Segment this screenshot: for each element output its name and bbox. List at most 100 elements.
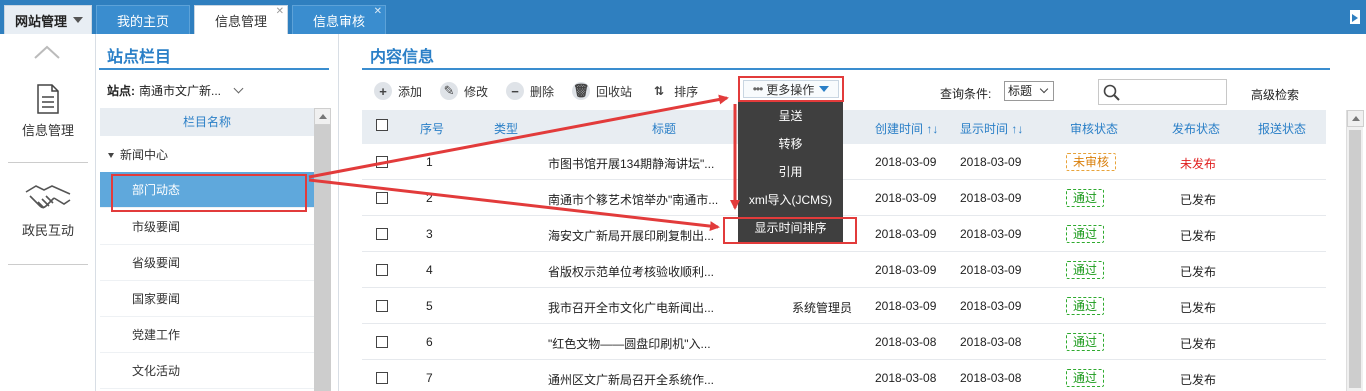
delete-button[interactable]: − 删除 [506,82,554,100]
row-shown: 2018-03-09 [960,191,1022,205]
query-field-select[interactable]: 标题 [1004,81,1054,101]
row-checkbox[interactable] [376,336,388,348]
scrollbar-thumb[interactable] [1349,130,1361,388]
tree-item-label: 党建工作 [132,328,181,342]
row-checkbox[interactable] [376,192,388,204]
col-created[interactable]: 创建时间 ↑↓ [875,120,938,137]
column-panel: 站点栏目 站点: 南通市文广新... 栏目名称 新闻中心 部门动态 市级要闻 省… [97,34,339,391]
col-review[interactable]: 审核状态 [1070,120,1118,137]
add-button[interactable]: + 添加 [374,82,422,100]
row-title[interactable]: 市图书馆开展134期静海讲坛"... [548,155,714,172]
handshake-icon [25,185,71,209]
select-all-checkbox[interactable] [376,119,388,131]
col-title[interactable]: 标题 [652,120,676,137]
station-select[interactable]: 站点: 南通市文广新... [107,82,244,99]
col-no[interactable]: 序号 [420,120,444,137]
edit-button[interactable]: ✎ 修改 [440,82,488,100]
menu-item-xml-import[interactable]: xml导入(JCMS) [738,186,843,214]
divider [362,68,1330,70]
row-publish: 已发布 [1180,337,1217,351]
row-no: 5 [426,299,433,313]
row-shown: 2018-03-09 [960,155,1022,169]
column-tree: 栏目名称 新闻中心 部门动态 市级要闻 省级要闻 国家要闻 党建工作 文化活动 [100,108,331,391]
minus-icon: − [506,82,525,100]
row-checkbox[interactable] [376,156,388,168]
tree-item-label: 市级要闻 [132,220,181,234]
tab-label: 信息管理 [214,13,267,29]
search-input[interactable] [1098,79,1227,105]
query-select-value: 标题 [1008,84,1033,98]
row-title[interactable]: "红色文物——圆盘印刷机"入... [548,335,711,352]
advanced-search-link[interactable]: 高级检索 [1251,86,1299,103]
table-scrollbar[interactable] [1346,110,1364,391]
site-management-menu[interactable]: 网站管理 [4,5,92,34]
search-icon[interactable] [1103,84,1121,102]
tree-item-city-news[interactable]: 市级要闻 [100,209,314,245]
scroll-up-icon[interactable] [1347,110,1364,127]
table-row[interactable]: 2 南通市个簃艺术馆举办"南通市... 2018-03-09 2018-03-09 通过… [362,180,1326,216]
close-icon[interactable]: ✕ [374,7,382,17]
row-no: 1 [426,155,433,169]
tree-item-party-building[interactable]: 党建工作 [100,317,314,353]
row-title[interactable]: 海安文广新局开展印刷复制出... [548,227,714,244]
row-checkbox[interactable] [376,372,388,384]
tree-root[interactable]: 新闻中心 [108,146,168,163]
expand-icon[interactable] [108,153,114,159]
tab-info-management[interactable]: 信息管理 ✕ [194,5,288,34]
tree-item-province-news[interactable]: 省级要闻 [100,245,314,281]
tree-item-cultural-activities[interactable]: 文化活动 [100,353,314,389]
table-row[interactable]: 7 通州区文广新局召开全系统作... 2018-03-08 2018-03-08 通过 已… [362,360,1326,391]
chevron-down-icon [233,83,244,94]
col-publish[interactable]: 发布状态 [1172,120,1220,137]
content-table: 序号 类型 标题 创建时间 ↑↓ 显示时间 ↑↓ 审核状态 发布状态 报送状态 … [362,110,1326,391]
chevron-down-icon [73,17,84,23]
row-title[interactable]: 南通市个簃艺术馆举办"南通市... [548,191,718,208]
row-no: 4 [426,263,433,277]
tab-info-review[interactable]: 信息审核 ✕ [292,5,386,34]
row-created: 2018-03-09 [875,263,937,277]
recycle-bin-button[interactable]: 🗑 回收站 [572,82,632,100]
document-icon [37,84,59,114]
table-row[interactable]: 6 "红色文物——圆盘印刷机"入... 2018-03-08 2018-03-08 通过… [362,324,1326,360]
row-no: 3 [426,227,433,241]
nav-citizen-interaction[interactable]: 政民互动 [0,182,96,239]
caret-down-icon [819,86,830,92]
button-label: 回收站 [596,84,633,99]
row-checkbox[interactable] [376,264,388,276]
close-icon[interactable]: ✕ [276,7,284,17]
col-report[interactable]: 报送状态 [1258,120,1306,137]
table-row[interactable]: 4 省版权示范单位考核验收顺利... 2018-03-09 2018-03-09 通过 已… [362,252,1326,288]
scrollbar-track[interactable] [314,125,331,391]
row-shown: 2018-03-09 [960,227,1022,241]
more-actions-inner[interactable]: ••• 更多操作 [743,80,839,98]
col-type[interactable]: 类型 [494,120,518,137]
pencil-icon: ✎ [440,82,459,100]
tree-item-department-news[interactable]: 部门动态 [100,172,314,208]
table-row[interactable]: 1 市图书馆开展134期静海讲坛"... 2018-03-09 2018-03-09 未… [362,144,1326,180]
left-icon-nav: 信息管理 政民互动 [0,34,96,391]
row-no: 7 [426,371,433,385]
nav-info-management[interactable]: 信息管理 [0,84,96,139]
scroll-right-icon[interactable] [1350,10,1360,24]
menu-item-transfer[interactable]: 转移 [738,130,843,158]
menu-item-submit[interactable]: 呈送 [738,102,843,130]
row-title[interactable]: 我市召开全市文化广电新闻出... [548,299,714,316]
trash-icon: 🗑 [572,82,591,100]
col-shown[interactable]: 显示时间 ↑↓ [960,120,1023,137]
tree-scrollbar[interactable] [314,108,331,391]
tree-item-national-news[interactable]: 国家要闻 [100,281,314,317]
sort-button[interactable]: ⇅ 排序 [650,82,698,100]
row-checkbox[interactable] [376,300,388,312]
table-row[interactable]: 5 我市召开全市文化广电新闻出... 系统管理员 2018-03-09 2018-03-… [362,288,1326,324]
more-actions-button[interactable]: ••• 更多操作 [738,76,844,102]
panel-title: 内容信息 [370,49,435,66]
tab-home[interactable]: 我的主页 [96,5,190,34]
tree-header: 栏目名称 [100,108,314,136]
menu-item-reference[interactable]: 引用 [738,158,843,186]
scroll-up-icon[interactable] [314,108,331,125]
row-title[interactable]: 通州区文广新局召开全系统作... [548,371,714,388]
row-title[interactable]: 省版权示范单位考核验收顺利... [548,263,714,280]
chevron-up-icon[interactable] [33,44,61,60]
tree-item-label: 国家要闻 [132,292,181,306]
row-checkbox[interactable] [376,228,388,240]
